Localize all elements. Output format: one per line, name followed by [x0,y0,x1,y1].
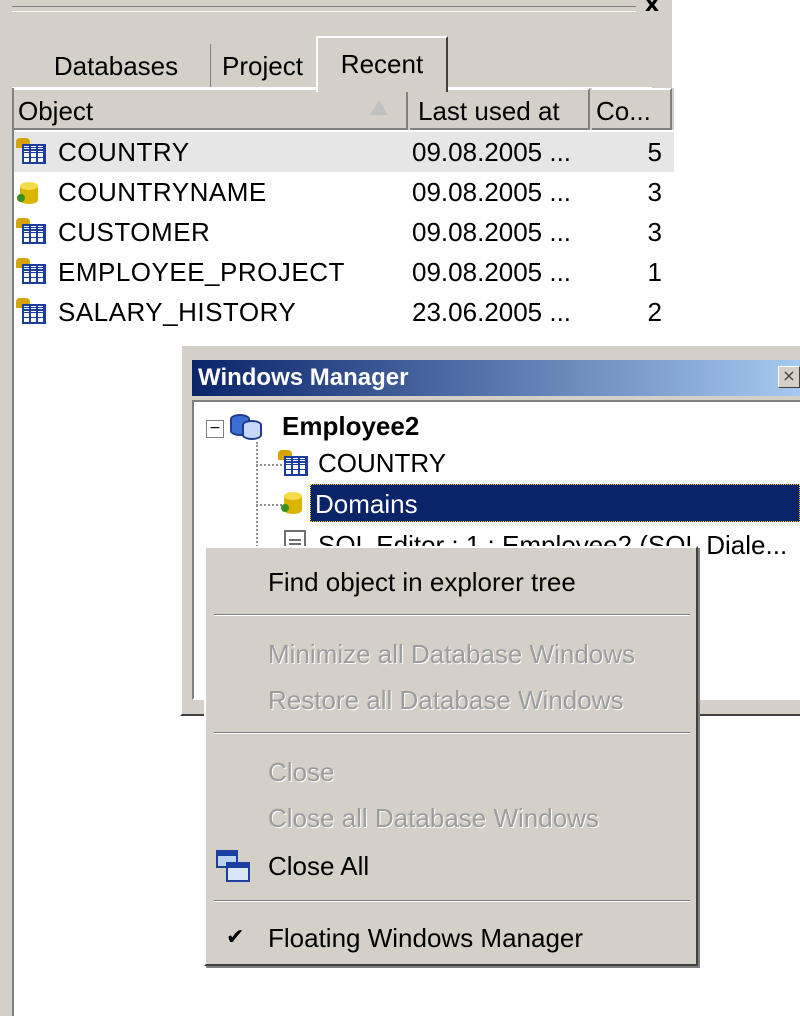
row-object-name: COUNTRYNAME [58,177,267,207]
row-count: 3 [647,177,662,207]
tree-node-database[interactable]: Employee2 [282,406,419,446]
row-last-used: 09.08.2005 ... [412,257,572,287]
row-count: 5 [647,137,662,167]
table-icon [16,218,46,246]
windows-manager-title-bar[interactable]: Windows Manager × [192,360,800,396]
row-last-used: 23.06.2005 ... [412,297,572,327]
database-icon [230,408,266,442]
menu-item-close-all-database-windows: Close all Database Windows [268,803,599,833]
row-object-name: CUSTOMER [58,217,211,247]
tree-item-country[interactable]: COUNTRY [314,444,450,482]
table-row[interactable]: SALARY_HISTORY 23.06.2005 ... 2 [14,292,674,332]
menu-item-close-all[interactable]: Close All [268,848,369,884]
close-icon[interactable]: × [778,366,800,388]
row-object-name: COUNTRY [58,137,190,167]
row-count: 2 [647,297,662,327]
menu-separator [214,614,690,616]
tab-databases[interactable]: Databases [36,44,196,88]
menu-separator [214,900,690,902]
tab-strip: Databases Project Recent [12,36,652,92]
menu-item-minimize-all: Minimize all Database Windows [268,639,636,669]
tab-recent[interactable]: Recent [316,36,448,92]
column-header-object[interactable]: Object [14,88,408,130]
row-object-name: EMPLOYEE_PROJECT [58,257,345,287]
sort-ascending-icon [370,100,388,115]
column-header-last-used[interactable]: Last used at [410,88,590,130]
panel-close-icon[interactable]: x [640,0,664,16]
close-all-windows-icon [216,848,252,884]
row-count: 1 [647,257,662,287]
menu-item-floating-windows-manager[interactable]: Floating Windows Manager [268,920,583,956]
menu-item-find-object[interactable]: Find object in explorer tree [268,564,576,600]
row-last-used: 09.08.2005 ... [412,217,572,247]
table-row[interactable]: COUNTRY 09.08.2005 ... 5 [14,132,674,172]
table-row[interactable]: CUSTOMER 09.08.2005 ... 3 [14,212,674,252]
panel-drag-grip[interactable] [12,6,636,12]
menu-separator [214,732,690,734]
panel-title-bar[interactable]: x [0,0,672,20]
row-last-used: 09.08.2005 ... [412,177,572,207]
table-row[interactable]: COUNTRYNAME 09.08.2005 ... 3 [14,172,674,212]
table-row[interactable]: EMPLOYEE_PROJECT 09.08.2005 ... 1 [14,252,674,292]
windows-manager-title: Windows Manager [198,364,409,391]
table-icon [16,258,46,286]
table-icon [16,138,46,166]
tree-connector [256,504,282,506]
row-count: 3 [647,217,662,247]
tree-item-domains[interactable]: Domains [310,484,800,522]
menu-item-close: Close [268,757,335,787]
list-header: Object Last used at Co... [14,88,674,130]
menu-item-restore-all: Restore all Database Windows [268,685,624,715]
row-last-used: 09.08.2005 ... [412,137,572,167]
context-menu: Find object in explorer tree Minimize al… [204,546,698,966]
table-icon [16,298,46,326]
checkmark-icon: ✔ [226,925,245,950]
column-header-count[interactable]: Co... [592,88,672,130]
row-object-name: SALARY_HISTORY [58,297,297,327]
domain-icon [16,178,46,206]
collapse-icon[interactable]: − [206,420,224,438]
tab-project[interactable]: Project [210,44,314,88]
